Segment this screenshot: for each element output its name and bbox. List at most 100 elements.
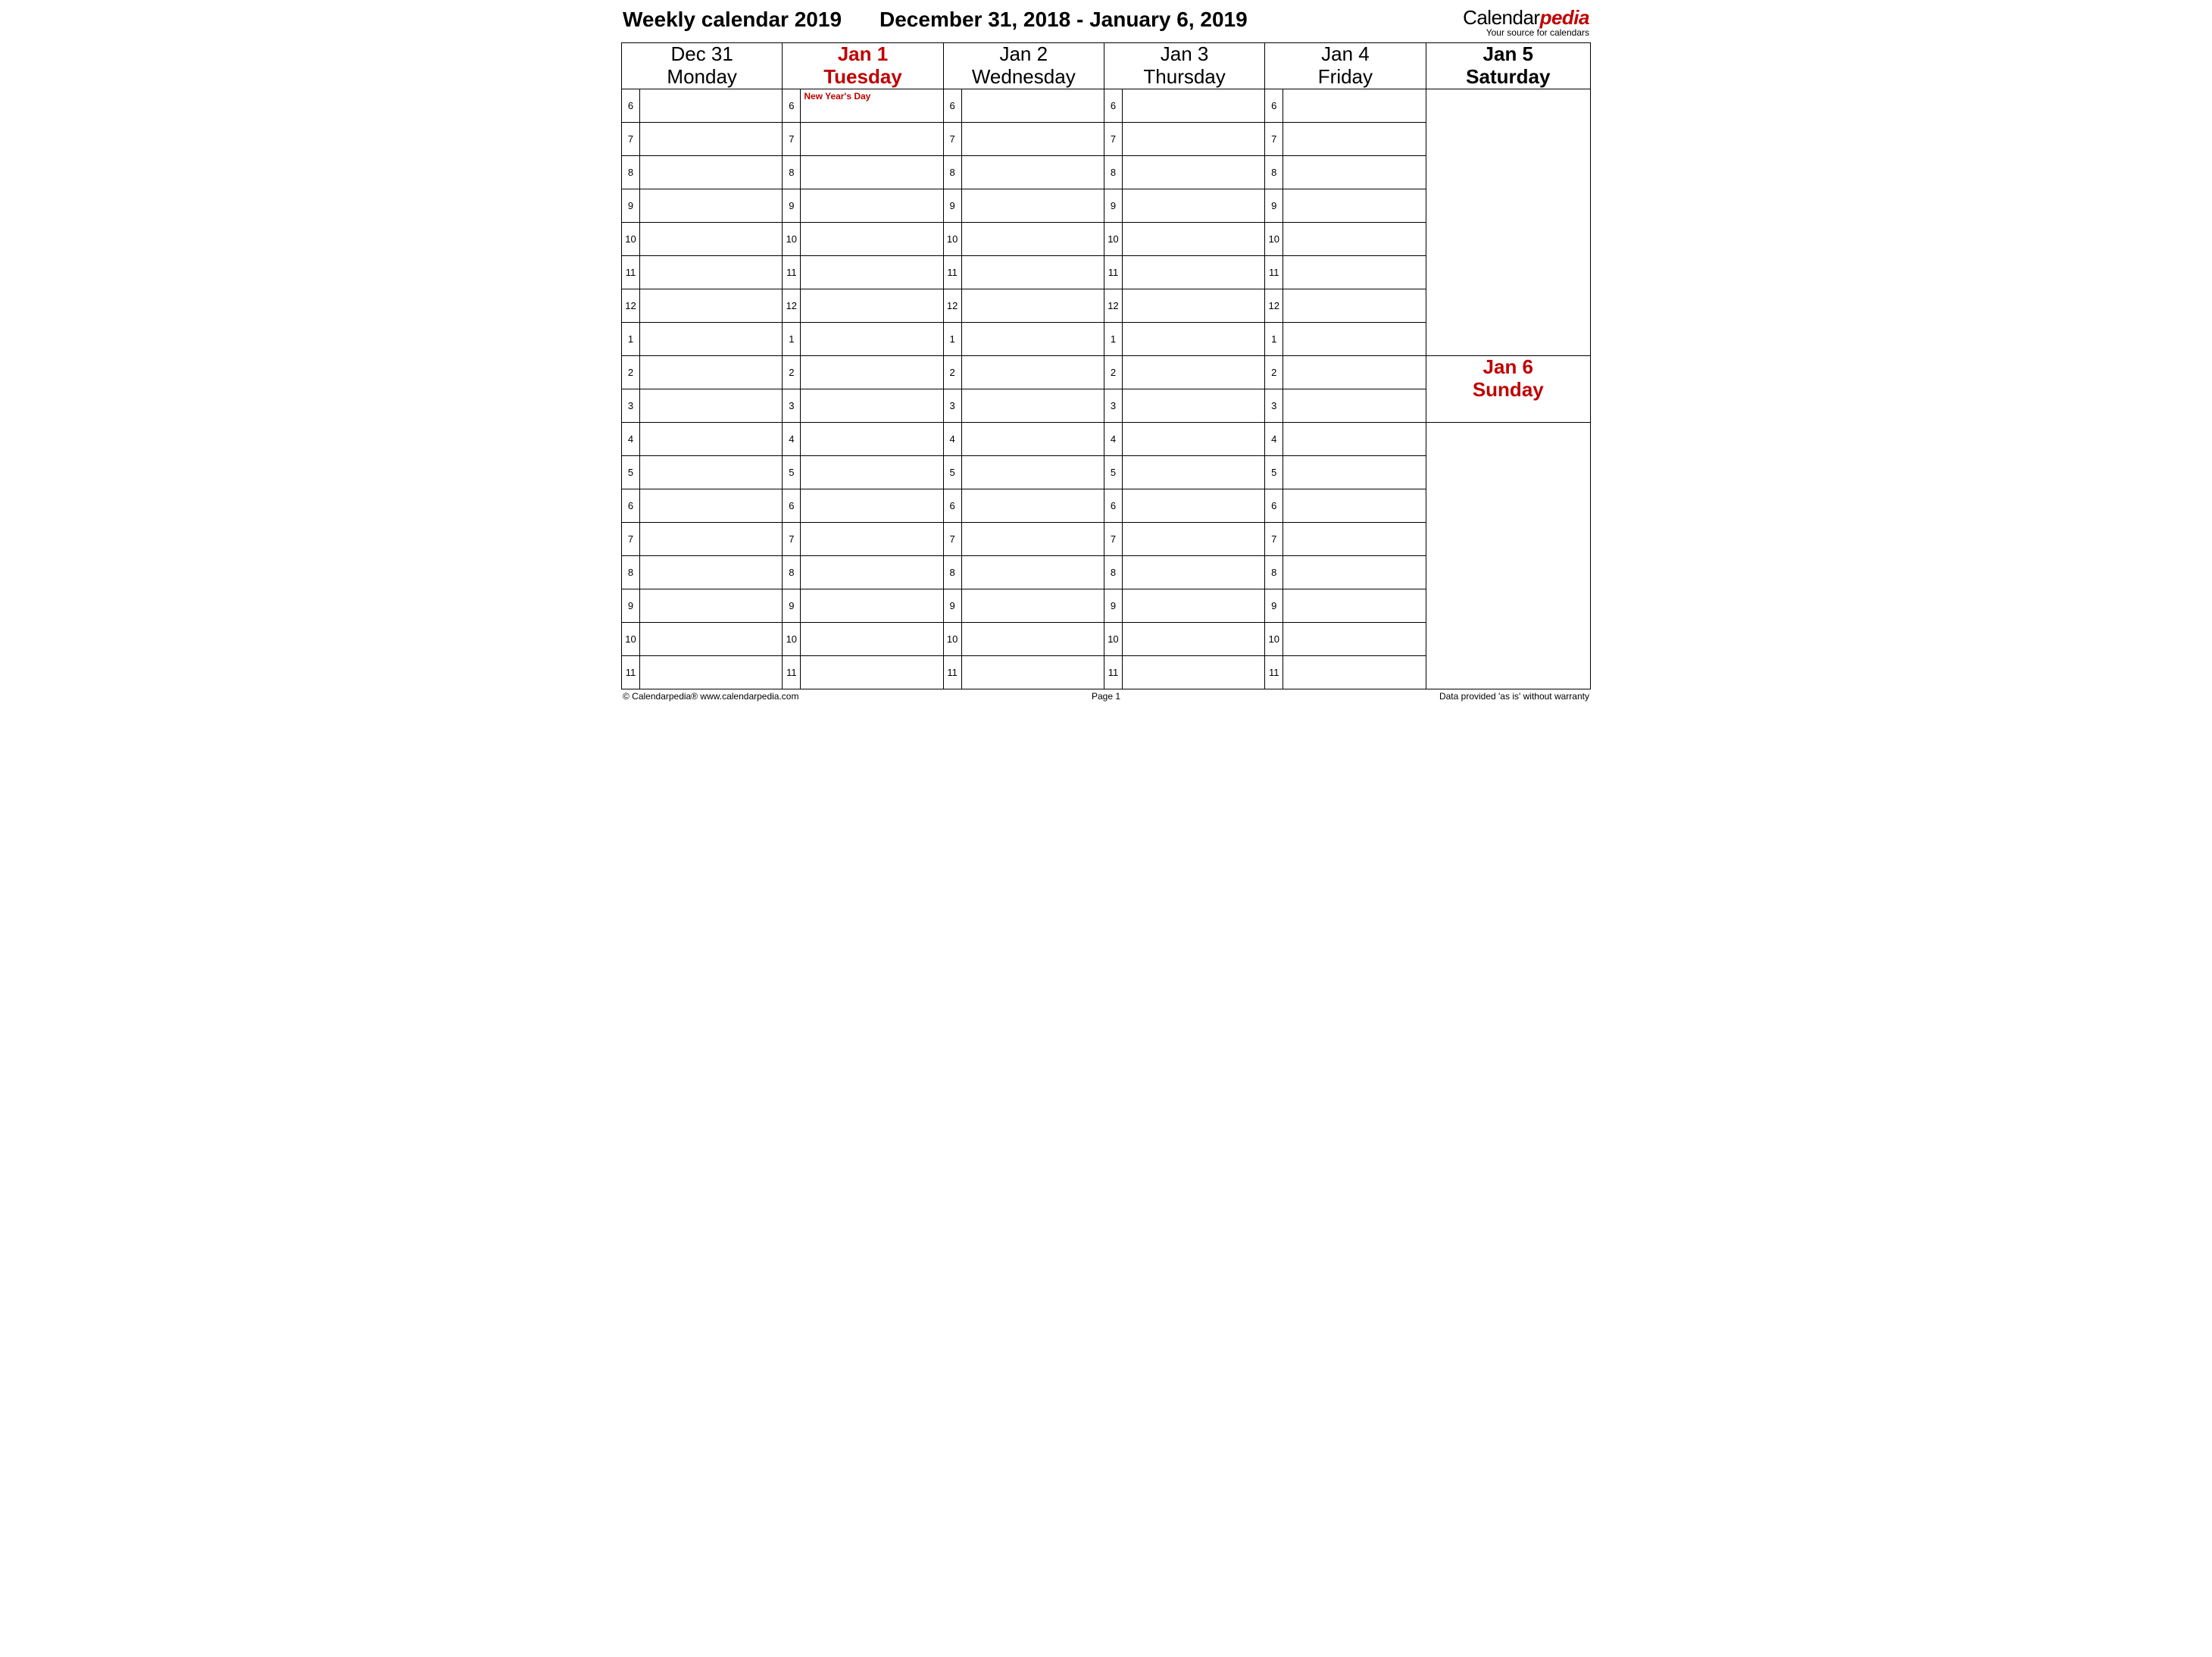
hour-label: 8 bbox=[1265, 155, 1283, 189]
time-slot[interactable] bbox=[961, 422, 1104, 455]
hour-label: 11 bbox=[1104, 255, 1122, 289]
time-slot[interactable] bbox=[801, 355, 943, 389]
time-slot[interactable] bbox=[961, 89, 1104, 122]
time-slot[interactable] bbox=[1122, 555, 1264, 589]
time-slot[interactable] bbox=[640, 522, 783, 555]
time-slot[interactable] bbox=[961, 622, 1104, 655]
time-slot[interactable] bbox=[1122, 222, 1264, 255]
time-slot[interactable] bbox=[961, 322, 1104, 355]
day-header-fri: Jan 4 Friday bbox=[1265, 42, 1426, 89]
time-slot[interactable] bbox=[640, 322, 783, 355]
time-slot[interactable] bbox=[801, 189, 943, 222]
time-slot[interactable] bbox=[1283, 255, 1426, 289]
time-slot[interactable] bbox=[1283, 222, 1426, 255]
time-slot[interactable] bbox=[961, 589, 1104, 622]
time-slot[interactable] bbox=[1122, 155, 1264, 189]
day-dow: Tuesday bbox=[783, 66, 942, 89]
time-slot[interactable] bbox=[1122, 522, 1264, 555]
time-slot[interactable] bbox=[1283, 422, 1426, 455]
time-slot[interactable] bbox=[961, 489, 1104, 522]
time-slot[interactable] bbox=[801, 522, 943, 555]
time-slot[interactable] bbox=[1122, 455, 1264, 489]
time-slot[interactable] bbox=[801, 455, 943, 489]
time-slot[interactable] bbox=[640, 389, 783, 422]
time-slot[interactable] bbox=[1122, 355, 1264, 389]
time-slot[interactable] bbox=[1122, 389, 1264, 422]
time-slot[interactable] bbox=[1283, 589, 1426, 622]
time-slot[interactable]: New Year's Day bbox=[801, 89, 943, 122]
time-slot[interactable] bbox=[640, 622, 783, 655]
sunday-slot[interactable] bbox=[1426, 422, 1590, 689]
time-slot[interactable] bbox=[640, 422, 783, 455]
time-slot[interactable] bbox=[640, 289, 783, 322]
time-slot[interactable] bbox=[961, 189, 1104, 222]
time-slot[interactable] bbox=[961, 455, 1104, 489]
time-slot[interactable] bbox=[640, 355, 783, 389]
time-slot[interactable] bbox=[961, 122, 1104, 155]
time-slot[interactable] bbox=[1283, 489, 1426, 522]
time-slot[interactable] bbox=[1122, 622, 1264, 655]
time-slot[interactable] bbox=[640, 89, 783, 122]
time-slot[interactable] bbox=[640, 155, 783, 189]
time-slot[interactable] bbox=[961, 555, 1104, 589]
time-slot[interactable] bbox=[1283, 389, 1426, 422]
time-slot[interactable] bbox=[801, 622, 943, 655]
time-slot[interactable] bbox=[801, 322, 943, 355]
time-slot[interactable] bbox=[801, 489, 943, 522]
time-slot[interactable] bbox=[1283, 322, 1426, 355]
time-slot[interactable] bbox=[1122, 589, 1264, 622]
time-slot[interactable] bbox=[1283, 355, 1426, 389]
time-slot[interactable] bbox=[1283, 122, 1426, 155]
time-slot[interactable] bbox=[961, 289, 1104, 322]
time-slot[interactable] bbox=[801, 655, 943, 689]
time-slot[interactable] bbox=[1122, 655, 1264, 689]
time-slot[interactable] bbox=[801, 289, 943, 322]
time-slot[interactable] bbox=[1122, 189, 1264, 222]
time-slot[interactable] bbox=[1122, 489, 1264, 522]
time-slot[interactable] bbox=[1122, 289, 1264, 322]
page-header: Weekly calendar 2019 December 31, 2018 -… bbox=[621, 8, 1591, 42]
time-slot[interactable] bbox=[961, 255, 1104, 289]
title-left: Weekly calendar 2019 bbox=[623, 8, 879, 32]
time-slot[interactable] bbox=[1122, 122, 1264, 155]
time-slot[interactable] bbox=[961, 389, 1104, 422]
time-slot[interactable] bbox=[640, 122, 783, 155]
time-slot[interactable] bbox=[1283, 655, 1426, 689]
time-slot[interactable] bbox=[1283, 455, 1426, 489]
time-slot[interactable] bbox=[961, 222, 1104, 255]
time-slot[interactable] bbox=[801, 555, 943, 589]
hour-label: 12 bbox=[783, 289, 801, 322]
time-slot[interactable] bbox=[1283, 189, 1426, 222]
saturday-slot[interactable] bbox=[1426, 89, 1590, 355]
time-slot[interactable] bbox=[801, 589, 943, 622]
time-slot[interactable] bbox=[801, 155, 943, 189]
time-slot[interactable] bbox=[640, 222, 783, 255]
time-slot[interactable] bbox=[640, 589, 783, 622]
time-slot[interactable] bbox=[801, 389, 943, 422]
time-slot[interactable] bbox=[801, 222, 943, 255]
time-slot[interactable] bbox=[640, 255, 783, 289]
time-slot[interactable] bbox=[1283, 555, 1426, 589]
time-slot[interactable] bbox=[1283, 622, 1426, 655]
time-slot[interactable] bbox=[1122, 89, 1264, 122]
time-slot[interactable] bbox=[640, 555, 783, 589]
time-slot[interactable] bbox=[961, 522, 1104, 555]
time-slot[interactable] bbox=[1283, 89, 1426, 122]
time-slot[interactable] bbox=[801, 122, 943, 155]
time-slot[interactable] bbox=[801, 255, 943, 289]
time-slot[interactable] bbox=[1283, 155, 1426, 189]
time-slot[interactable] bbox=[1283, 522, 1426, 555]
day-date: Jan 6 bbox=[1426, 356, 1590, 379]
time-slot[interactable] bbox=[801, 422, 943, 455]
time-slot[interactable] bbox=[640, 189, 783, 222]
time-slot[interactable] bbox=[1283, 289, 1426, 322]
time-slot[interactable] bbox=[961, 655, 1104, 689]
time-slot[interactable] bbox=[1122, 255, 1264, 289]
time-slot[interactable] bbox=[640, 489, 783, 522]
time-slot[interactable] bbox=[640, 655, 783, 689]
time-slot[interactable] bbox=[1122, 322, 1264, 355]
time-slot[interactable] bbox=[961, 155, 1104, 189]
time-slot[interactable] bbox=[1122, 422, 1264, 455]
time-slot[interactable] bbox=[640, 455, 783, 489]
time-slot[interactable] bbox=[961, 355, 1104, 389]
